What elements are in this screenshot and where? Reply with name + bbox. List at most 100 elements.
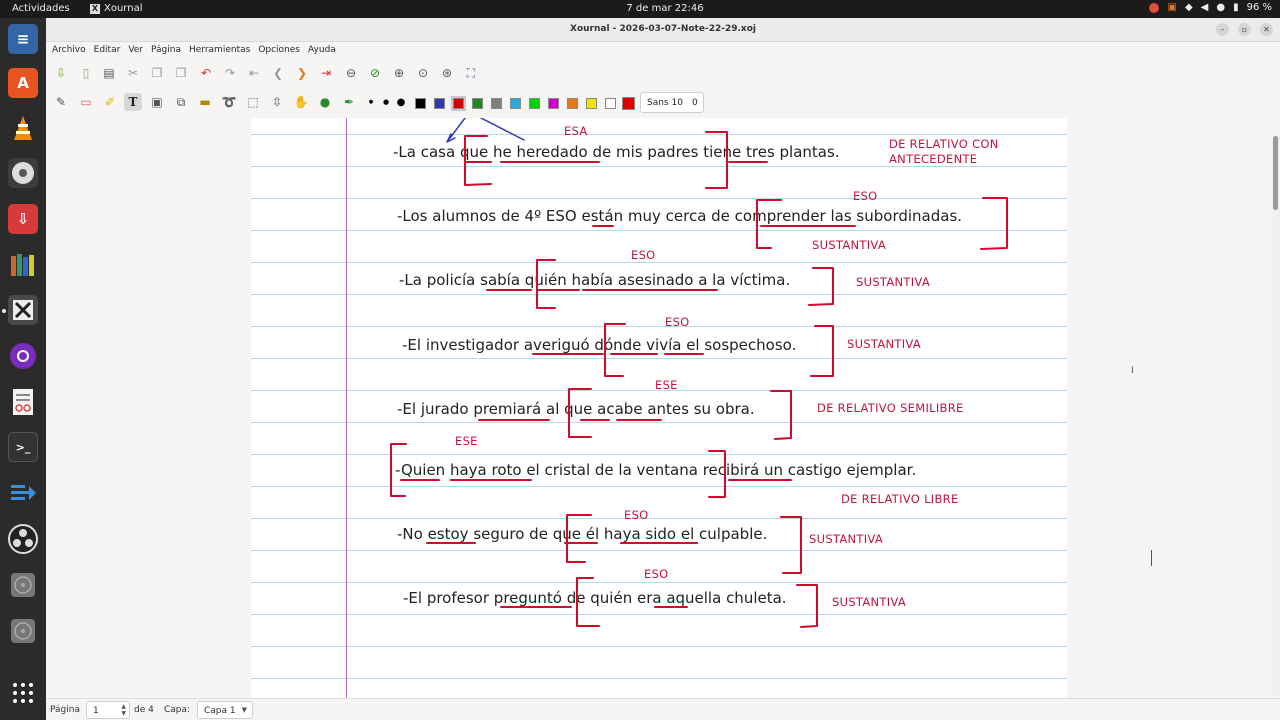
cut-icon[interactable]: ✂ bbox=[124, 64, 142, 82]
font-selector[interactable]: Sans 10 0 bbox=[640, 92, 704, 113]
page-number-input[interactable]: 1 ▲ ▼ bbox=[86, 701, 130, 719]
clock[interactable]: 7 de mar 22:46 bbox=[600, 3, 730, 14]
menu-ayuda[interactable]: Ayuda bbox=[308, 42, 342, 60]
note-page[interactable]: -La casa que he heredado de mis padres t… bbox=[251, 118, 1067, 698]
minimize-button[interactable]: – bbox=[1216, 23, 1229, 36]
menu-bar: Archivo Editar Ver Página Herramientas O… bbox=[46, 42, 1280, 60]
default-tool-icon[interactable]: ● bbox=[316, 93, 334, 111]
zoom-in-icon[interactable]: ⊕ bbox=[390, 64, 408, 82]
color-swatch-gray[interactable] bbox=[491, 98, 502, 109]
notification-icon[interactable] bbox=[1149, 2, 1160, 13]
media-player-icon[interactable] bbox=[8, 158, 38, 188]
paste-icon[interactable]: ❐ bbox=[172, 64, 190, 82]
tools-toolbar: ✎ ▭ ✐ T ▣ ⧉ ▬ ➰ ⬚ ⇳ ✋ ● ✒ ● ● ● Sans 10 … bbox=[46, 90, 1280, 116]
color-swatch-white[interactable] bbox=[605, 98, 616, 109]
title-bar[interactable]: Xournal - 2026-03-07-Note-22-29.xoj – ▫ … bbox=[46, 18, 1280, 42]
zoom-100-icon[interactable]: ⊙ bbox=[414, 64, 432, 82]
show-apps-icon[interactable] bbox=[8, 678, 38, 708]
save-icon[interactable]: ⇩ bbox=[52, 64, 70, 82]
shape-recognizer-icon[interactable]: ⧉ bbox=[172, 93, 190, 111]
update-icon[interactable]: ▣ bbox=[1167, 2, 1176, 13]
close-button[interactable]: ✕ bbox=[1260, 23, 1273, 36]
default-pen-icon[interactable]: ✒ bbox=[340, 93, 358, 111]
wifi-icon[interactable]: ◆ bbox=[1185, 2, 1193, 13]
layer-label: Capa: bbox=[164, 705, 191, 715]
color-swatch-orange[interactable] bbox=[567, 98, 578, 109]
ruler-icon[interactable]: ▬ bbox=[196, 93, 214, 111]
podcast-icon[interactable] bbox=[8, 341, 38, 371]
spin-arrows-icon[interactable]: ▲ ▼ bbox=[121, 703, 126, 717]
redo-icon[interactable]: ↷ bbox=[221, 64, 239, 82]
zoom-fit-icon[interactable]: ⊘ bbox=[366, 64, 384, 82]
image-tool-icon[interactable]: ▣ bbox=[148, 93, 166, 111]
running-indicator bbox=[2, 309, 6, 313]
lasso-select-icon[interactable]: ➰ bbox=[220, 93, 238, 111]
system-top-bar: Actividades X Xournal 7 de mar 22:46 ▣ ◆… bbox=[0, 0, 1280, 18]
layer-value: Capa 1 bbox=[204, 706, 236, 716]
color-swatch-red[interactable] bbox=[451, 96, 466, 111]
eraser-icon[interactable]: ▭ bbox=[77, 93, 95, 111]
dock: ≡ A ⇩ >_ bbox=[0, 18, 46, 720]
document-canvas[interactable]: -La casa que he heredado de mis padres t… bbox=[46, 118, 1280, 698]
download-icon[interactable]: ⇩ bbox=[8, 204, 38, 234]
scrollbar-thumb[interactable] bbox=[1273, 136, 1278, 210]
terminal-icon[interactable]: >_ bbox=[8, 432, 38, 462]
rect-select-icon[interactable]: ⬚ bbox=[244, 93, 262, 111]
vertical-space-icon[interactable]: ⇳ bbox=[268, 93, 286, 111]
highlighter-icon[interactable]: ✐ bbox=[101, 93, 119, 111]
first-page-icon[interactable]: ⇤ bbox=[245, 64, 263, 82]
library-icon[interactable] bbox=[8, 250, 38, 280]
undo-icon[interactable]: ↶ bbox=[197, 64, 215, 82]
disc-icon[interactable] bbox=[8, 616, 38, 646]
new-document-icon[interactable]: ▯ bbox=[77, 64, 95, 82]
volume-icon[interactable]: ◀ bbox=[1201, 2, 1209, 13]
thickness-thick-icon[interactable]: ● bbox=[392, 93, 410, 111]
xournal-icon[interactable] bbox=[8, 295, 38, 325]
text-editor-icon[interactable]: ≡ bbox=[8, 24, 38, 54]
next-page-icon[interactable]: ❯ bbox=[293, 64, 311, 82]
chevron-down-icon: ▼ bbox=[241, 706, 247, 714]
menu-herramientas[interactable]: Herramientas bbox=[189, 42, 256, 60]
software-center-icon[interactable]: A bbox=[8, 68, 38, 98]
battery-icon[interactable]: ▮ bbox=[1233, 2, 1239, 13]
system-tray[interactable]: ▣ ◆ ◀ ● ▮ 96 % bbox=[1149, 2, 1272, 13]
menu-archivo[interactable]: Archivo bbox=[52, 42, 92, 60]
color-swatch-light-green[interactable] bbox=[529, 98, 540, 109]
color-swatch-magenta[interactable] bbox=[548, 98, 559, 109]
copy-icon[interactable]: ❐ bbox=[148, 64, 166, 82]
color-swatch-yellow[interactable] bbox=[586, 98, 597, 109]
vlc-icon[interactable] bbox=[8, 113, 38, 143]
vertical-scrollbar[interactable] bbox=[1272, 136, 1280, 696]
open-icon[interactable]: ▤ bbox=[100, 64, 118, 82]
xournal-app-icon: X bbox=[90, 3, 100, 14]
previous-page-icon[interactable]: ❮ bbox=[269, 64, 287, 82]
zoom-out-icon[interactable]: ⊖ bbox=[342, 64, 360, 82]
obs-icon[interactable] bbox=[8, 524, 38, 554]
page-count: de 4 bbox=[134, 705, 154, 715]
microphone-icon[interactable]: ● bbox=[1216, 2, 1225, 13]
app-menu[interactable]: X Xournal bbox=[90, 3, 143, 14]
ink-strokes bbox=[390, 118, 1008, 628]
menu-pagina[interactable]: Página bbox=[151, 42, 187, 60]
disc-icon[interactable] bbox=[8, 570, 38, 600]
color-swatch-blue[interactable] bbox=[434, 98, 445, 109]
current-color-button[interactable] bbox=[622, 97, 635, 110]
pen-icon[interactable]: ✎ bbox=[52, 93, 70, 111]
maximize-button[interactable]: ▫ bbox=[1238, 23, 1251, 36]
menu-opciones[interactable]: Opciones bbox=[258, 42, 306, 60]
document-viewer-icon[interactable] bbox=[8, 387, 38, 417]
color-swatch-black[interactable] bbox=[415, 98, 426, 109]
fullscreen-icon[interactable]: ⛶ bbox=[462, 64, 480, 82]
zoom-width-icon[interactable]: ⊛ bbox=[438, 64, 456, 82]
last-page-icon[interactable]: ⇥ bbox=[317, 64, 335, 82]
hand-tool-icon[interactable]: ✋ bbox=[292, 93, 310, 111]
remote-desktop-icon[interactable] bbox=[8, 478, 38, 508]
color-swatch-green[interactable] bbox=[472, 98, 483, 109]
color-swatch-light-blue[interactable] bbox=[510, 98, 521, 109]
text-tool-icon[interactable]: T bbox=[124, 93, 142, 111]
activities-button[interactable]: Actividades bbox=[12, 3, 70, 14]
xournal-window: Xournal - 2026-03-07-Note-22-29.xoj – ▫ … bbox=[46, 18, 1280, 720]
menu-ver[interactable]: Ver bbox=[128, 42, 149, 60]
menu-editar[interactable]: Editar bbox=[94, 42, 127, 60]
layer-select[interactable]: Capa 1 ▼ bbox=[197, 701, 253, 719]
